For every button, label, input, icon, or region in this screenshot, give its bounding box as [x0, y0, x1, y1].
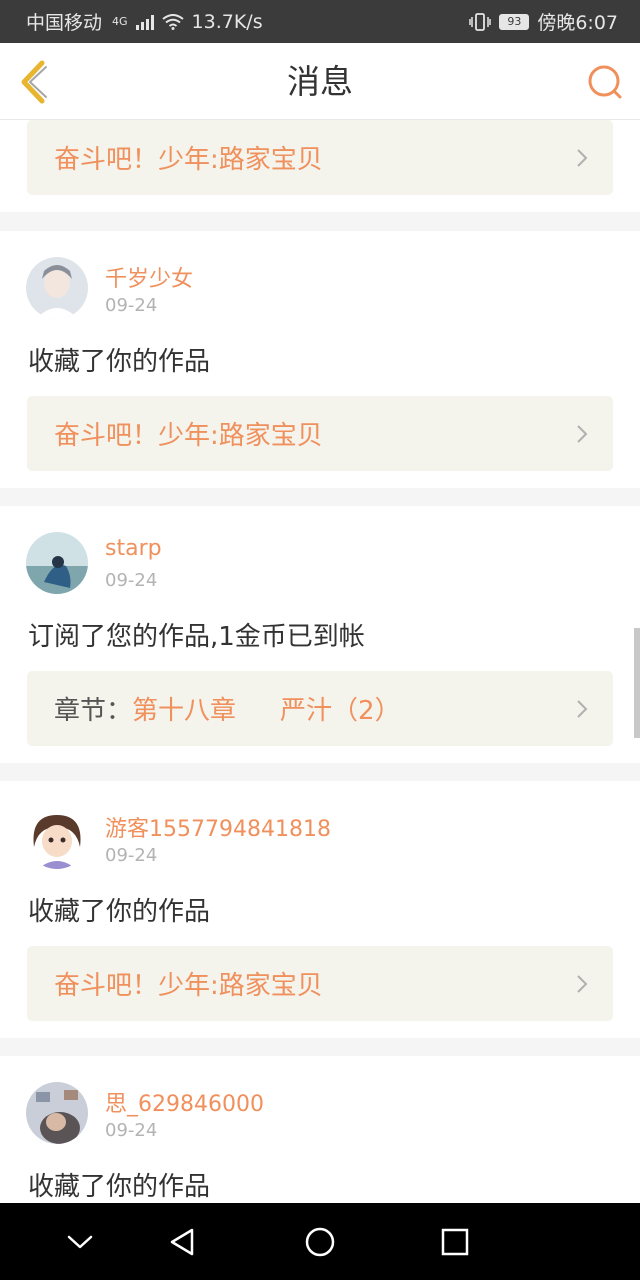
chevron-right-icon: [577, 700, 588, 718]
message-date: 09-24: [105, 845, 158, 866]
avatar[interactable]: [26, 532, 88, 594]
signal-icon: [135, 14, 154, 30]
message-text: 收藏了你的作品: [28, 897, 211, 927]
network-speed: 13.7K/s: [191, 10, 263, 33]
clock: 傍晚6:07: [537, 12, 618, 34]
page-title: 消息: [287, 62, 353, 101]
work-title: 奋斗吧！少年:路家宝贝: [54, 145, 323, 175]
username[interactable]: 千岁少女: [105, 261, 193, 293]
username[interactable]: 游客1557794841818: [105, 811, 331, 843]
status-bar: 中国移动 4G 13.7K/s 93 傍晚6:07: [0, 0, 640, 43]
chapter-link[interactable]: 章节： 第十八章 严汁（2）: [27, 671, 613, 746]
message-date: 09-24: [105, 295, 158, 316]
message-date: 09-24: [105, 1120, 158, 1141]
work-link[interactable]: 奋斗吧！少年:路家宝贝: [27, 120, 613, 195]
chevron-right-icon: [577, 975, 588, 993]
chapter-name: 第十八章: [132, 696, 237, 726]
chapter-label: 章节：: [54, 696, 133, 726]
message-item: 思_629846000 09-24 收藏了你的作品: [0, 1056, 640, 1203]
battery-icon: 93: [499, 13, 530, 30]
message-item: 游客1557794841818 09-24 收藏了你的作品 奋斗吧！少年:路家宝…: [0, 781, 640, 1038]
avatar[interactable]: [26, 1082, 88, 1144]
message-text: 收藏了你的作品: [28, 1172, 211, 1202]
recents-icon[interactable]: [438, 1225, 472, 1259]
search-icon[interactable]: [586, 63, 624, 101]
back-nav-icon[interactable]: [165, 1225, 199, 1259]
chapter-title: 严汁（2）: [280, 696, 401, 726]
message-text: 订阅了您的作品,1金币已到帐: [28, 622, 365, 652]
home-icon[interactable]: [303, 1225, 337, 1259]
carrier-label: 中国移动: [26, 12, 103, 34]
message-item: 奋斗吧！少年:路家宝贝: [0, 120, 640, 212]
network-type-label: 4G: [112, 15, 128, 28]
navigation-bar: [0, 1203, 640, 1280]
work-title: 奋斗吧！少年:路家宝贝: [54, 421, 323, 451]
message-item: 千岁少女 09-24 收藏了你的作品 奋斗吧！少年:路家宝贝: [0, 231, 640, 488]
message-text: 收藏了你的作品: [28, 347, 211, 377]
work-link[interactable]: 奋斗吧！少年:路家宝贝: [27, 396, 613, 471]
vibrate-icon: [469, 12, 492, 31]
chevron-right-icon: [577, 149, 588, 167]
top-bar: 消息: [0, 43, 640, 120]
wifi-icon: [161, 13, 184, 30]
avatar[interactable]: [26, 257, 88, 319]
username[interactable]: starp: [105, 536, 162, 561]
avatar[interactable]: [26, 807, 88, 869]
message-list[interactable]: 奋斗吧！少年:路家宝贝 千岁少女 09-24 收藏了你的作品 奋斗吧！少年:路家…: [0, 120, 640, 1203]
work-title: 奋斗吧！少年:路家宝贝: [54, 971, 323, 1001]
message-item: starp 09-24 订阅了您的作品,1金币已到帐 章节： 第十八章 严汁（2…: [0, 506, 640, 763]
message-date: 09-24: [105, 570, 158, 591]
work-link[interactable]: 奋斗吧！少年:路家宝贝: [27, 946, 613, 1021]
chevron-right-icon: [577, 425, 588, 443]
collapse-icon[interactable]: [63, 1225, 97, 1259]
scrollbar[interactable]: [634, 628, 640, 738]
username[interactable]: 思_629846000: [105, 1086, 264, 1118]
